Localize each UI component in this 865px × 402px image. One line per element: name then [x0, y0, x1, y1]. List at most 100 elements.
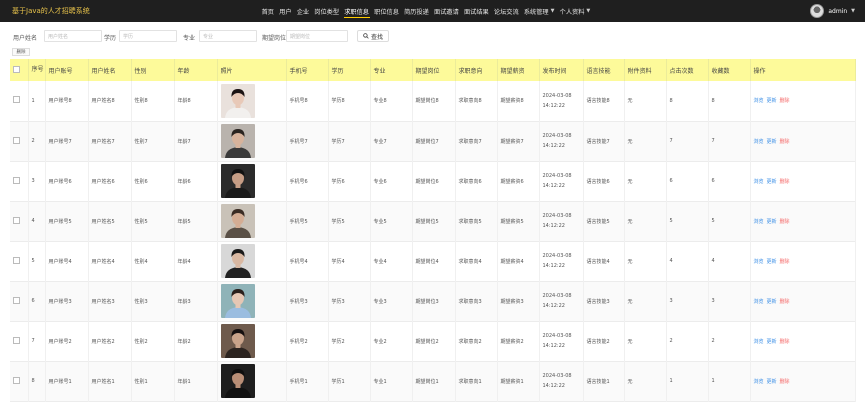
- delete-row-button[interactable]: 删除: [780, 379, 790, 385]
- row-checkbox[interactable]: [13, 216, 20, 224]
- search-input-major[interactable]: 专业: [199, 30, 257, 42]
- nav-item-label: 职位信息: [374, 8, 399, 16]
- nav-item-label: 岗位类型: [314, 8, 340, 16]
- row-checkbox[interactable]: [13, 176, 20, 184]
- row-checkbox[interactable]: [13, 96, 20, 104]
- cell-skill: 语言技能7: [583, 121, 625, 161]
- view-button[interactable]: 浏览: [754, 259, 764, 265]
- edit-button[interactable]: 更新: [767, 339, 777, 345]
- nav-item-2[interactable]: 企业: [294, 0, 312, 22]
- cell-favs: 8: [708, 81, 751, 121]
- cell-intention: 求职意向6: [455, 161, 498, 201]
- cell-time: 2024-03-08 14:12:22: [539, 121, 584, 161]
- row-checkbox[interactable]: [13, 376, 20, 384]
- user-name[interactable]: admin: [828, 8, 847, 15]
- delete-row-button[interactable]: 删除: [780, 219, 790, 225]
- row-select-cell[interactable]: [10, 361, 29, 401]
- edit-button[interactable]: 更新: [767, 98, 777, 104]
- nav-item-label: 首页: [261, 8, 274, 16]
- nav-item-label: 论坛交流: [493, 8, 519, 16]
- photo-cell: [217, 361, 287, 401]
- user-menu[interactable]: admin ▼: [810, 0, 855, 22]
- edit-button[interactable]: 更新: [767, 299, 777, 305]
- search-label-position: 期望岗位: [262, 35, 287, 42]
- jobseeker-table: 序号 用户账号 用户姓名 性别 年龄 照片 手机号 学历 专业 期望岗位 求职意向 期望薪资 发布时间语…: [10, 59, 856, 402]
- photo-cell: [217, 161, 287, 201]
- cell-age: 年龄6: [174, 161, 218, 201]
- nav-item-3[interactable]: 岗位类型: [312, 0, 342, 22]
- nav-item-10[interactable]: 系统管理 ▼: [521, 0, 557, 22]
- photo-cell: [217, 281, 287, 321]
- cell-phone: 手机号2: [286, 321, 329, 361]
- cell-time: 2024-03-08 14:12:22: [539, 201, 584, 241]
- view-button[interactable]: 浏览: [754, 219, 764, 225]
- edit-button[interactable]: 更新: [767, 219, 777, 225]
- avatar[interactable]: [810, 4, 825, 18]
- select-all-checkbox[interactable]: [13, 65, 20, 73]
- view-button[interactable]: 浏览: [754, 299, 764, 305]
- row-checkbox[interactable]: [13, 336, 20, 344]
- nav-item-9[interactable]: 论坛交流: [491, 0, 521, 22]
- view-button[interactable]: 浏览: [754, 339, 764, 345]
- table-body: 1 用户账号8 用户姓名8 性别8 年龄8 手机号8 学历8 专业8 期望岗位8 求职意向8 期望薪…: [10, 81, 856, 401]
- cell-position: 期望岗位2: [412, 321, 456, 361]
- cell-position: 期望岗位3: [412, 281, 456, 321]
- delete-row-button[interactable]: 删除: [780, 179, 790, 185]
- cell-account: 用户账号6: [45, 161, 89, 201]
- cell-clicks: 2: [666, 321, 709, 361]
- cell-name: 用户姓名1: [88, 361, 132, 401]
- cell-time: 2024-03-08 14:12:22: [539, 321, 584, 361]
- nav-item-0[interactable]: 首页: [259, 0, 277, 22]
- row-checkbox[interactable]: [13, 256, 20, 264]
- nav-item-4[interactable]: 求职信息: [342, 0, 372, 22]
- cell-account: 用户账号1: [45, 361, 89, 401]
- view-button[interactable]: 浏览: [754, 179, 764, 185]
- delete-row-button[interactable]: 删除: [780, 299, 790, 305]
- nav-item-label: 简历投递: [404, 8, 429, 16]
- delete-row-button[interactable]: 删除: [780, 339, 790, 345]
- view-button[interactable]: 浏览: [754, 139, 764, 145]
- cell-no: 1: [28, 81, 46, 121]
- row-select-cell[interactable]: [10, 321, 29, 361]
- select-all-cell[interactable]: [10, 59, 29, 81]
- edit-button[interactable]: 更新: [767, 179, 777, 185]
- nav-item-7[interactable]: 面试邀请: [431, 0, 461, 22]
- edit-button[interactable]: 更新: [767, 139, 777, 145]
- nav-item-5[interactable]: 职位信息: [372, 0, 402, 22]
- cell-clicks: 1: [666, 361, 709, 401]
- nav-item-6[interactable]: 简历投递: [402, 0, 432, 22]
- row-select-cell[interactable]: [10, 201, 29, 241]
- view-button[interactable]: 浏览: [754, 98, 764, 104]
- cell-age: 年龄3: [174, 281, 218, 321]
- row-select-cell[interactable]: [10, 281, 29, 321]
- row-checkbox[interactable]: [13, 136, 20, 144]
- actions-cell: 浏览 更新 删除: [750, 241, 856, 281]
- nav-item-8[interactable]: 面试结果: [461, 0, 491, 22]
- edit-button[interactable]: 更新: [767, 259, 777, 265]
- edit-button[interactable]: 更新: [767, 379, 777, 385]
- search-button[interactable]: 查找: [357, 30, 389, 42]
- view-button[interactable]: 浏览: [754, 379, 764, 385]
- row-select-cell[interactable]: [10, 241, 29, 281]
- search-input-name[interactable]: 用户姓名: [44, 30, 102, 42]
- chevron-down-icon[interactable]: ▼: [851, 8, 855, 14]
- search-input-edu[interactable]: 学历: [119, 30, 177, 42]
- delete-row-button[interactable]: 删除: [780, 139, 790, 145]
- row-select-cell[interactable]: [10, 81, 29, 121]
- search-input-position[interactable]: 期望岗位: [286, 30, 348, 42]
- actions-cell: 浏览 更新 删除: [750, 281, 856, 321]
- cell-account: 用户账号3: [45, 281, 89, 321]
- cell-age: 年龄2: [174, 321, 218, 361]
- cell-position: 期望岗位1: [412, 361, 456, 401]
- row-checkbox[interactable]: [13, 296, 20, 304]
- nav-item-1[interactable]: 用户: [277, 0, 295, 22]
- cell-time: 2024-03-08 14:12:22: [539, 81, 584, 121]
- delete-button[interactable]: 删除: [12, 48, 30, 56]
- delete-row-button[interactable]: 删除: [780, 98, 790, 104]
- row-select-cell[interactable]: [10, 161, 29, 201]
- search-label-edu: 学历: [104, 35, 117, 42]
- delete-row-button[interactable]: 删除: [780, 259, 790, 265]
- row-select-cell[interactable]: [10, 121, 29, 161]
- nav-item-11[interactable]: 个人资料 ▼: [557, 0, 593, 22]
- cell-salary: 期望薪资8: [497, 81, 540, 121]
